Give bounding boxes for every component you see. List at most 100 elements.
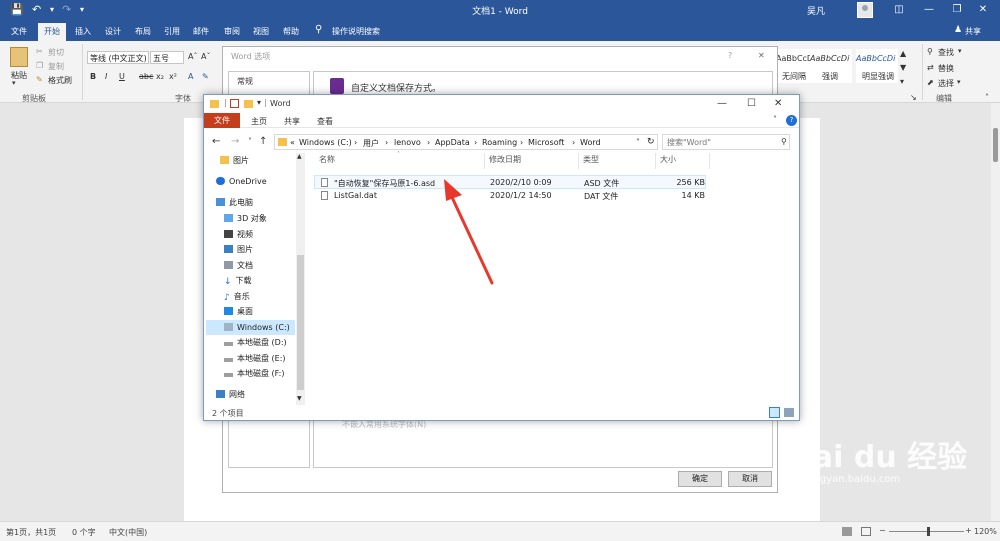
- ok-button[interactable]: 确定: [678, 471, 722, 487]
- format-painter-button[interactable]: 格式刷: [48, 75, 72, 86]
- read-mode-icon[interactable]: [842, 527, 852, 536]
- minimize-icon[interactable]: —: [918, 2, 940, 18]
- explorer-tab-home[interactable]: 主页: [251, 116, 267, 127]
- nav-item-c-drive[interactable]: Windows (C:): [206, 320, 295, 335]
- explorer-tab-share[interactable]: 共享: [284, 116, 300, 127]
- restore-icon[interactable]: ❐: [946, 2, 968, 18]
- styles-more-icon[interactable]: ▾: [900, 77, 904, 86]
- column-separator[interactable]: [484, 153, 485, 169]
- styles-scroll-up-icon[interactable]: ▲: [900, 49, 906, 58]
- paste-icon[interactable]: [10, 47, 28, 67]
- tab-help[interactable]: 帮助: [283, 26, 299, 37]
- page-count[interactable]: 第1页，共1页: [6, 527, 56, 538]
- column-date[interactable]: 修改日期: [489, 154, 521, 165]
- find-icon[interactable]: ⚲: [927, 47, 933, 56]
- options-close-icon[interactable]: ✕: [758, 51, 765, 60]
- breadcrumb-microsoft[interactable]: Microsoft: [528, 138, 564, 147]
- column-name[interactable]: 名称: [319, 154, 335, 165]
- breadcrumb-lenovo[interactable]: lenovo: [394, 138, 421, 147]
- nav-scroll-thumb[interactable]: [297, 255, 304, 390]
- style-emphasis[interactable]: AaBbCcDi 强调: [810, 49, 852, 83]
- search-input[interactable]: [662, 134, 790, 150]
- quick-access-dropdown-icon[interactable]: ▾: [257, 98, 261, 107]
- find-dropdown-icon[interactable]: ▾: [958, 47, 962, 55]
- close-icon[interactable]: ✕: [972, 2, 994, 18]
- breadcrumb-word[interactable]: Word: [580, 138, 601, 147]
- options-nav-general[interactable]: 常规: [237, 76, 253, 87]
- text-effects-icon[interactable]: A: [188, 72, 193, 81]
- find-button[interactable]: 查找: [938, 47, 954, 58]
- nav-item-music[interactable]: ♪ 音乐: [224, 289, 306, 304]
- back-icon[interactable]: ←: [212, 136, 220, 147]
- tab-review[interactable]: 审阅: [224, 26, 240, 37]
- nav-item-f-drive[interactable]: 本地磁盘 (F:): [224, 366, 306, 381]
- nav-item-videos[interactable]: 视频: [224, 227, 306, 242]
- nav-item-documents[interactable]: 文档: [224, 258, 306, 273]
- address-bar[interactable]: « Windows (C:) › 用户 › lenovo › AppData ›…: [274, 134, 658, 150]
- nav-item-pictures[interactable]: 图片: [224, 242, 306, 257]
- nav-item-3d-objects[interactable]: 3D 对象: [224, 211, 306, 226]
- large-icons-view-icon[interactable]: [784, 408, 794, 417]
- tab-insert[interactable]: 插入: [75, 26, 91, 37]
- language[interactable]: 中文(中国): [109, 527, 147, 538]
- tab-home[interactable]: 开始: [38, 23, 66, 41]
- explorer-tab-file[interactable]: 文件: [204, 113, 240, 128]
- tab-references[interactable]: 引用: [164, 26, 180, 37]
- breadcrumb-appdata[interactable]: AppData: [435, 138, 470, 147]
- customize-toolbar-icon[interactable]: ▾: [80, 5, 84, 14]
- details-view-icon[interactable]: [769, 407, 780, 418]
- breadcrumb-users[interactable]: 用户: [363, 138, 379, 149]
- file-row[interactable]: ListGal.dat 2020/1/2 14:50 DAT 文件 14 KB: [314, 189, 706, 203]
- shrink-font-icon[interactable]: Aˇ: [201, 52, 210, 61]
- file-row[interactable]: "自动恢复"保存马原1-6.asd 2020/2/10 0:09 ASD 文件 …: [314, 175, 706, 189]
- undo-dropdown-icon[interactable]: ▾: [50, 5, 54, 14]
- avatar[interactable]: [857, 2, 873, 18]
- share-icon[interactable]: ♟: [954, 25, 962, 35]
- paste-dropdown-icon[interactable]: ▾: [12, 79, 16, 87]
- tab-file[interactable]: 文件: [11, 26, 27, 37]
- expand-ribbon-icon[interactable]: ˅: [773, 115, 777, 124]
- column-size[interactable]: 大小: [660, 154, 676, 165]
- up-icon[interactable]: ↑: [259, 136, 267, 147]
- save-icon[interactable]: 💾: [10, 3, 24, 16]
- new-folder-icon[interactable]: [244, 100, 253, 108]
- print-layout-icon[interactable]: [861, 527, 871, 536]
- italic-icon[interactable]: I: [105, 72, 107, 81]
- select-icon[interactable]: ⬈: [927, 78, 934, 87]
- format-painter-icon[interactable]: ✎: [36, 75, 43, 84]
- ribbon-display-icon[interactable]: ◫: [888, 2, 910, 18]
- properties-icon[interactable]: [230, 99, 239, 108]
- explorer-close-icon[interactable]: ✕: [774, 98, 782, 109]
- style-intense-emphasis[interactable]: AaBbCcDi 明显强调: [856, 49, 898, 83]
- chevron-right-icon[interactable]: ›: [520, 138, 523, 147]
- column-type[interactable]: 类型: [583, 154, 599, 165]
- tab-mailings[interactable]: 邮件: [193, 26, 209, 37]
- highlight-icon[interactable]: ✎: [202, 72, 209, 81]
- zoom-slider-thumb[interactable]: [927, 527, 930, 536]
- document-scroll-thumb[interactable]: [993, 128, 998, 162]
- select-button[interactable]: 选择: [938, 78, 954, 89]
- recent-locations-icon[interactable]: ˅: [248, 137, 252, 146]
- chevron-right-icon[interactable]: ›: [385, 138, 388, 147]
- user-name[interactable]: 吴凡: [807, 4, 825, 17]
- tab-view[interactable]: 视图: [253, 26, 269, 37]
- column-separator[interactable]: [578, 153, 579, 169]
- styles-scroll-down-icon[interactable]: ▼: [900, 63, 906, 72]
- replace-button[interactable]: 替换: [938, 63, 954, 74]
- chevron-right-icon[interactable]: ›: [572, 138, 575, 147]
- explorer-maximize-icon[interactable]: ☐: [747, 98, 756, 109]
- chevron-right-icon[interactable]: ›: [474, 138, 477, 147]
- refresh-icon[interactable]: ↻: [647, 137, 655, 147]
- nav-item-this-pc[interactable]: 此电脑: [216, 195, 298, 210]
- chevron-right-icon[interactable]: ›: [427, 138, 430, 147]
- explorer-minimize-icon[interactable]: —: [717, 98, 727, 109]
- nav-item-d-drive[interactable]: 本地磁盘 (D:): [224, 335, 306, 350]
- subscript-icon[interactable]: x₂: [156, 72, 164, 81]
- nav-item-desktop[interactable]: 桌面: [224, 304, 306, 319]
- lightbulb-icon[interactable]: ⚲: [315, 24, 322, 35]
- nav-item-pictures-quick[interactable]: 图片: [220, 153, 302, 168]
- tab-layout[interactable]: 布局: [135, 26, 151, 37]
- undo-icon[interactable]: ↶: [32, 3, 41, 16]
- zoom-in-icon[interactable]: +: [965, 526, 972, 535]
- column-separator[interactable]: [709, 153, 710, 169]
